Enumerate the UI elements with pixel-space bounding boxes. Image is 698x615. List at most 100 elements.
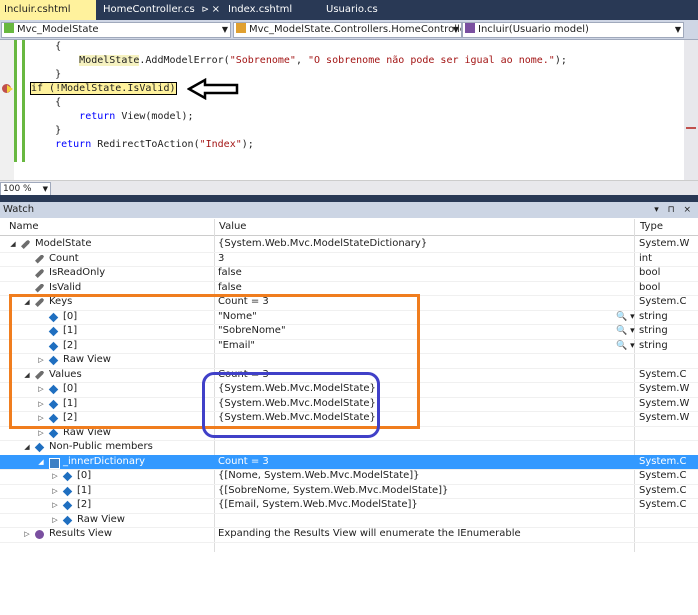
- watch-row[interactable]: ◢ _innerDictionary Count = 3 System.C: [0, 454, 698, 470]
- watch-type: System.C: [639, 368, 687, 380]
- wrench-icon: [35, 254, 44, 264]
- collapse-arrow-icon[interactable]: ◢: [9, 237, 17, 252]
- watch-name: IsReadOnly: [49, 267, 106, 278]
- visualizer-magnifier-icon[interactable]: 🔍 ▾: [616, 339, 635, 354]
- column-name[interactable]: Name: [9, 219, 39, 235]
- tab-label: Index.cshtml: [228, 4, 293, 15]
- expand-arrow-icon[interactable]: ▷: [23, 527, 31, 542]
- tab-index-cshtml[interactable]: Index.cshtml: [224, 0, 318, 20]
- code-token: {: [31, 41, 62, 52]
- breakpoint-margin[interactable]: [0, 40, 14, 180]
- code-token: "O sobrenome não pode ser igual ao nome.…: [307, 55, 555, 66]
- watch-row[interactable]: ◢ ModelState {System.Web.Mvc.ModelStateDic…: [0, 237, 698, 253]
- watch-value[interactable]: Count = 3: [218, 455, 628, 470]
- code-line: return RedirectToAction("Index");: [31, 138, 567, 152]
- watch-type: System.C: [639, 470, 687, 481]
- watch-row[interactable]: ▷ Raw View: [0, 513, 698, 528]
- watch-name: _innerDictionary: [63, 455, 146, 467]
- watch-row[interactable]: IsReadOnly false bool: [0, 266, 698, 282]
- cube-icon: [62, 515, 73, 525]
- watch-value[interactable]: false: [218, 266, 628, 281]
- code-token: {: [31, 97, 62, 108]
- code-token: ModelState: [79, 55, 140, 66]
- watch-value[interactable]: Expanding the Results View will enumerat…: [218, 527, 628, 542]
- tab-homecontroller-cs[interactable]: HomeController.cs ⊳ ×: [99, 0, 223, 20]
- cube-icon: [62, 500, 73, 511]
- window-controls[interactable]: ▾ ⊓ ×: [654, 202, 694, 218]
- close-icon[interactable]: ×: [212, 0, 220, 20]
- watch-type: System.W: [639, 412, 690, 423]
- zoom-dropdown[interactable]: 100 % ▼: [0, 182, 51, 196]
- expand-arrow-icon[interactable]: ▷: [51, 513, 59, 528]
- watch-row[interactable]: ▷ [1] {[SobreNome, System.Web.Mvc.ModelSta…: [0, 484, 698, 499]
- navigation-bar: Mvc_ModelState ▼ Mvc_ModelState.Controlle…: [0, 20, 698, 40]
- watch-type: string: [639, 310, 668, 322]
- visualizer-magnifier-icon[interactable]: 🔍 ▾: [616, 324, 635, 339]
- pin-icon[interactable]: ⊳: [201, 0, 209, 20]
- watch-name: IsValid: [49, 281, 82, 293]
- breakpoint-marker: [686, 127, 696, 129]
- watch-name: [2]: [77, 499, 92, 510]
- code-line: ModelState.AddModelError("Sobrenome", "O…: [31, 54, 567, 68]
- watch-title: Watch: [3, 204, 35, 215]
- watch-row[interactable]: ▷ [2] {[Email, System.Web.Mvc.ModelState]}…: [0, 498, 698, 514]
- cube-icon: [62, 486, 73, 496]
- column-type[interactable]: Type: [640, 219, 663, 235]
- watch-value[interactable]: 3: [218, 252, 628, 267]
- watch-type: string: [639, 339, 668, 351]
- code-line: if (!ModelState.IsValid): [30, 82, 567, 96]
- member-dropdown[interactable]: Incluir(Usuario model) ▼: [462, 22, 684, 38]
- column-value[interactable]: Value: [219, 219, 246, 235]
- expand-arrow-icon[interactable]: ▷: [51, 498, 59, 513]
- watch-name: [1]: [77, 484, 92, 496]
- code-token: "Index": [199, 139, 242, 150]
- visualizer-magnifier-icon[interactable]: 🔍 ▾: [616, 310, 635, 325]
- watch-row[interactable]: Count 3 int: [0, 252, 698, 267]
- watch-row[interactable]: ◢ Non-Public members: [0, 440, 698, 456]
- expand-arrow-icon[interactable]: ▷: [51, 484, 59, 499]
- document-tab-bar: Incluir.cshtml HomeController.cs ⊳ × Ind…: [0, 0, 698, 20]
- tab-incluir-cshtml[interactable]: Incluir.cshtml: [0, 0, 96, 20]
- watch-value[interactable]: false: [218, 281, 628, 296]
- collapse-arrow-icon[interactable]: ◢: [23, 440, 31, 455]
- code-editor[interactable]: { ModelState.AddModelError("Sobrenome", …: [0, 40, 684, 180]
- tab-usuario-cs[interactable]: Usuario.cs: [322, 0, 406, 20]
- csharp-project-icon: [4, 23, 14, 33]
- expand-arrow-icon[interactable]: ▷: [51, 469, 59, 484]
- code-token: View(model);: [115, 111, 194, 122]
- code-line: }: [31, 68, 567, 82]
- chevron-down-icon: ▼: [452, 25, 459, 34]
- watch-type: System.C: [639, 499, 687, 510]
- code-token: }: [31, 69, 62, 80]
- project-dropdown[interactable]: Mvc_ModelState ▼: [1, 22, 231, 38]
- code-token: );: [554, 55, 567, 66]
- code-token: ,: [295, 55, 308, 66]
- watch-row[interactable]: ▷ [0] {[Nome, System.Web.Mvc.ModelState]} S…: [0, 469, 698, 485]
- watch-value[interactable]: {[Nome, System.Web.Mvc.ModelState]}: [218, 469, 628, 484]
- watch-type: System.W: [639, 238, 690, 249]
- watch-value[interactable]: {[SobreNome, System.Web.Mvc.ModelState]}: [218, 484, 628, 499]
- editor-horizontal-scrollbar[interactable]: 100 % ▼: [0, 180, 698, 196]
- tab-label: HomeController.cs: [103, 4, 195, 15]
- watch-value[interactable]: {System.Web.Mvc.ModelStateDictionary}: [218, 237, 628, 252]
- watch-name: Count: [49, 252, 79, 264]
- method-icon: [465, 23, 475, 33]
- editor-vertical-scrollbar[interactable]: [684, 40, 698, 180]
- watch-type: bool: [639, 267, 661, 278]
- watch-value[interactable]: {[Email, System.Web.Mvc.ModelState]}: [218, 498, 628, 513]
- watch-row[interactable]: ▷ Results View Expanding the Results View …: [0, 527, 698, 543]
- watch-column-header: Name Value Type: [0, 219, 698, 236]
- class-dropdown[interactable]: Mvc_ModelState.Controllers.HomeControlle…: [233, 22, 462, 38]
- collapse-arrow-icon[interactable]: ◢: [37, 455, 45, 470]
- watch-type: bool: [639, 281, 661, 293]
- class-label: Mvc_ModelState.Controllers.HomeControlle: [249, 24, 462, 35]
- panel-splitter[interactable]: [0, 195, 698, 202]
- watch-type: System.W: [639, 383, 690, 394]
- current-statement-arrow-icon: [7, 85, 13, 93]
- code-token: RedirectToAction(: [91, 139, 200, 150]
- chevron-down-icon: ▼: [42, 185, 48, 193]
- wrench-icon: [35, 283, 44, 293]
- watch-name: ModelState: [35, 238, 92, 249]
